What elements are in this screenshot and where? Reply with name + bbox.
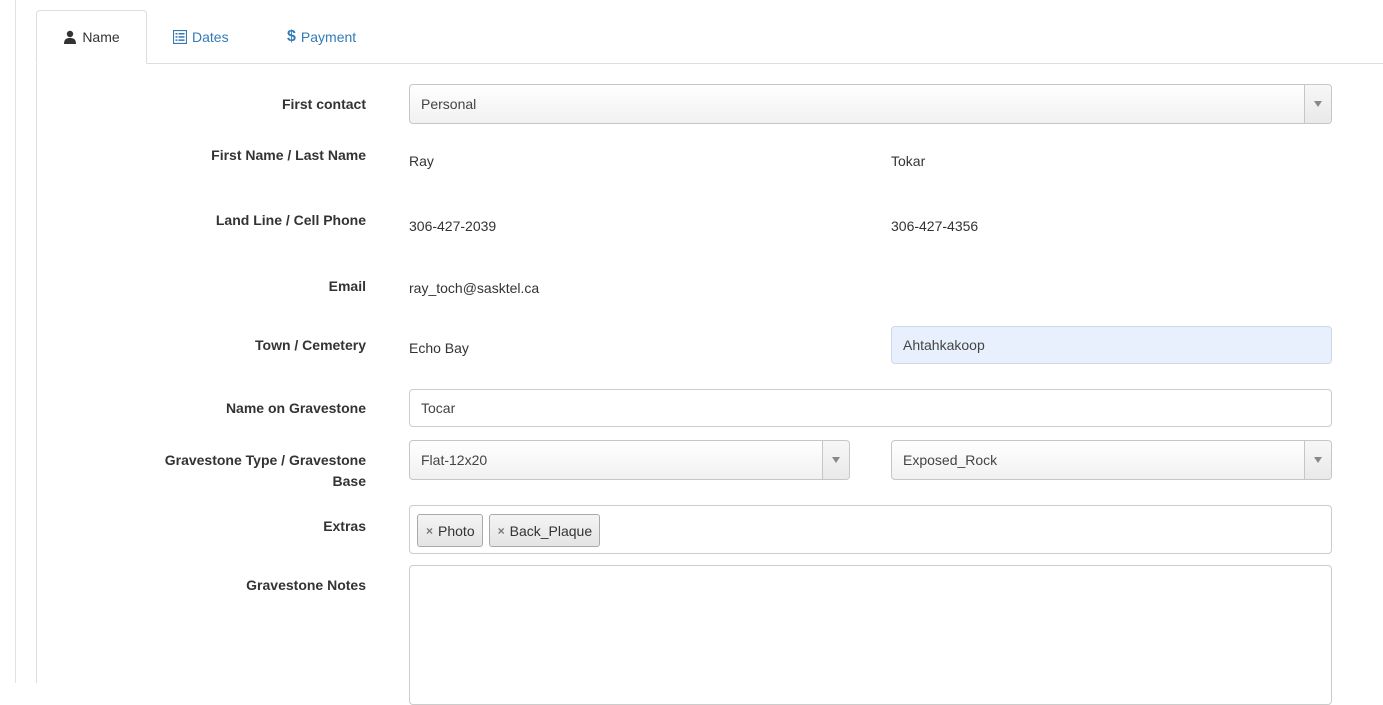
- tab-bar-underline: [36, 63, 1383, 64]
- remove-tag-icon[interactable]: ×: [426, 524, 433, 538]
- first-name-field[interactable]: Ray: [409, 153, 434, 169]
- name-label: First Name / Last Name: [211, 147, 366, 163]
- tab-name[interactable]: Name: [36, 10, 147, 64]
- gravestone-notes-label: Gravestone Notes: [246, 577, 366, 593]
- email-field[interactable]: ray_toch@sasktel.ca: [409, 280, 539, 296]
- dollar-icon: $: [287, 28, 296, 45]
- cemetery-input[interactable]: Ahtahkakoop: [891, 326, 1332, 364]
- first-contact-dropdown-toggle[interactable]: [1304, 85, 1331, 123]
- cell-phone-field[interactable]: 306-427-4356: [891, 218, 978, 234]
- first-contact-value: Personal: [421, 96, 477, 112]
- last-name-field[interactable]: Tokar: [891, 153, 925, 169]
- tab-dates[interactable]: Dates: [173, 10, 229, 64]
- calendar-list-icon: [173, 30, 187, 44]
- remove-tag-icon[interactable]: ×: [498, 524, 505, 538]
- first-contact-select[interactable]: Personal: [409, 84, 1332, 124]
- chevron-down-icon: [1314, 457, 1322, 463]
- user-icon: [64, 30, 77, 44]
- extras-tag-label: Back_Plaque: [509, 522, 593, 539]
- gravestone-name-value: Tocar: [421, 400, 456, 416]
- gravestone-type-select[interactable]: Flat-12x20: [409, 440, 850, 480]
- tab-dates-label: Dates: [192, 29, 229, 45]
- gravestone-type-value: Flat-12x20: [421, 452, 488, 468]
- gravestone-base-value: Exposed_Rock: [903, 452, 998, 468]
- extras-tag-label: Photo: [438, 522, 475, 539]
- gravestone-notes-textarea[interactable]: [409, 565, 1332, 705]
- tab-payment-label: Payment: [300, 29, 357, 45]
- page-left-border: [15, 0, 16, 683]
- cemetery-value: Ahtahkakoop: [903, 337, 985, 353]
- extras-tag: × Photo: [417, 514, 483, 547]
- phone-label: Land Line / Cell Phone: [215, 212, 366, 228]
- chevron-down-icon: [832, 457, 840, 463]
- town-cemetery-label: Town / Cemetery: [255, 337, 366, 353]
- gravestone-type-label: Gravestone Type / Gravestone Base: [165, 450, 366, 492]
- gravestone-name-label: Name on Gravestone: [225, 400, 366, 416]
- chevron-down-icon: [1314, 101, 1322, 107]
- extras-multiselect[interactable]: × Photo × Back_Plaque: [409, 505, 1332, 554]
- gravestone-type-label-line2: Base: [332, 473, 366, 489]
- land-line-field[interactable]: 306-427-2039: [409, 218, 496, 234]
- gravestone-type-dropdown-toggle[interactable]: [822, 441, 849, 479]
- gravestone-base-select[interactable]: Exposed_Rock: [891, 440, 1332, 480]
- tab-payment[interactable]: $ Payment: [287, 10, 356, 64]
- gravestone-base-dropdown-toggle[interactable]: [1304, 441, 1331, 479]
- town-field[interactable]: Echo Bay: [409, 340, 469, 356]
- extras-tag: × Back_Plaque: [488, 514, 601, 547]
- email-label: Email: [328, 278, 366, 294]
- panel-left-border: [36, 64, 37, 683]
- first-contact-label: First contact: [281, 96, 366, 112]
- extras-label: Extras: [323, 518, 366, 534]
- gravestone-type-label-line1: Gravestone Type / Gravestone: [164, 452, 366, 468]
- tab-name-label: Name: [82, 29, 120, 45]
- gravestone-name-input[interactable]: Tocar: [409, 389, 1332, 427]
